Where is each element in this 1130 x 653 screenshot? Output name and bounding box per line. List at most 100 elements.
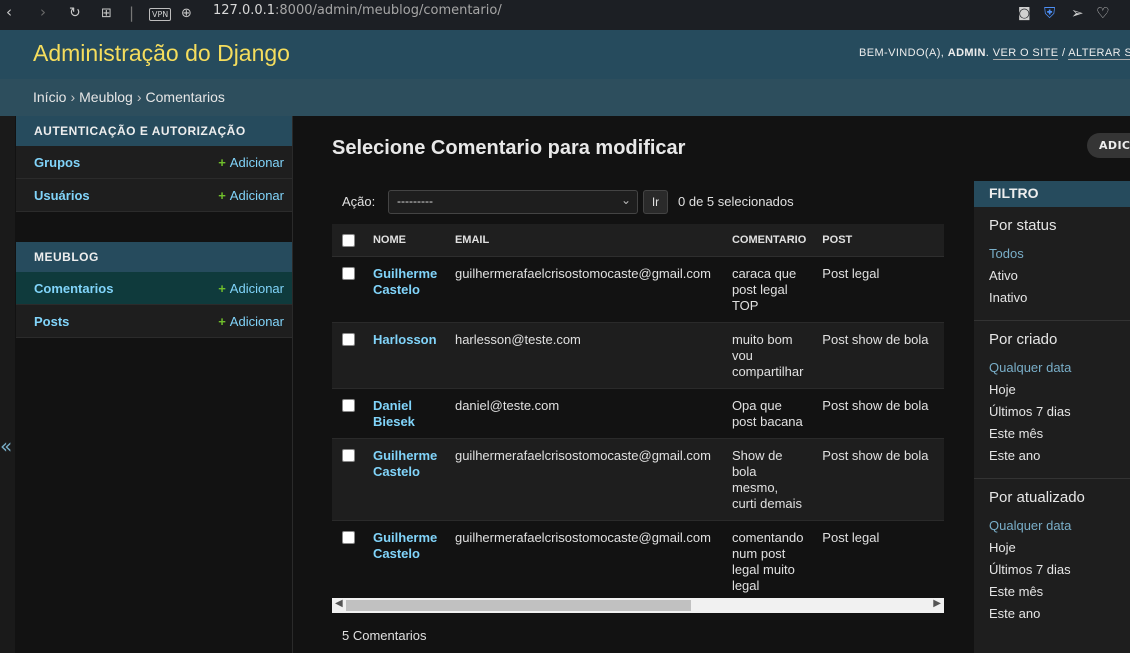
add-comentario-button[interactable]: ADICI [1087,133,1130,158]
row-link[interactable]: Daniel Biesek [373,398,415,429]
send-icon[interactable]: ➢ [1071,4,1084,22]
post-cell: Post show de bola [814,388,944,439]
scrollbar-thumb[interactable] [346,600,691,611]
filter-option[interactable]: Hoje [989,540,1115,562]
filter-section-atualizado: Por atualizado Qualquer data Hoje Último… [974,479,1130,636]
column-header-comentario[interactable]: COMENTARIO [723,224,815,257]
breadcrumb-app[interactable]: Meublog [79,89,133,105]
row-link[interactable]: Guilherme Castelo [373,530,437,561]
view-site-link[interactable]: VER O SITE [992,47,1059,60]
row-select-cell [332,438,365,521]
site-brand[interactable]: Administração do Django [33,40,290,67]
row-checkbox[interactable] [342,266,355,280]
row-checkbox[interactable] [342,530,355,544]
sidebar-toggle[interactable]: « [0,116,15,653]
row-checkbox[interactable] [342,448,355,462]
filter-option[interactable]: Últimos 7 dias [989,562,1115,584]
action-select[interactable]: --------- ⌄ [388,190,638,214]
sidebar-item-posts[interactable]: Posts + Adicionar [16,305,292,338]
model-link[interactable]: Usuários [34,188,90,203]
url-path: :8000/admin/meublog/comentario/ [275,3,502,18]
comentario-cell: muito bom vou compartilhar [723,322,815,389]
row-link[interactable]: Harlosson [373,332,437,347]
app-caption-auth[interactable]: AUTENTICAÇÃO E AUTORIZAÇÃO [16,116,292,146]
add-link[interactable]: + Adicionar [218,188,284,203]
table-row: Daniel Biesek daniel@teste.com Opa que p… [332,388,944,439]
sidebar-item-usuarios[interactable]: Usuários + Adicionar [16,179,292,212]
plus-icon: + [218,154,226,170]
vpn-badge[interactable]: VPN [149,8,172,21]
add-link[interactable]: + Adicionar [218,155,284,170]
add-label: Adicionar [229,280,284,296]
plus-icon: + [218,313,226,329]
row-checkbox[interactable] [342,332,355,346]
model-link[interactable]: Comentarios [34,281,113,296]
nome-cell: Guilherme Castelo [364,256,447,323]
filter-section-status: Por status Todos Ativo Inativo [974,207,1130,321]
select-all-header [332,224,365,257]
add-link[interactable]: + Adicionar [218,281,284,296]
back-arrow-icon[interactable]: ‹ [6,3,12,21]
filter-title: FILTRO [974,181,1130,207]
filter-option[interactable]: Este ano [989,606,1115,628]
model-link[interactable]: Posts [34,314,69,329]
filter-option[interactable]: Este ano [989,448,1115,470]
tabs-grid-icon[interactable]: ⊞ [101,6,112,21]
address-bar[interactable]: 127.0.0.1:8000/admin/meublog/comentario/ [213,3,502,18]
row-link[interactable]: Guilherme Castelo [373,266,437,297]
heart-icon[interactable]: ♡ [1096,4,1109,22]
chevron-down-icon: ⌄ [620,193,631,207]
nome-cell: Guilherme Castelo [364,520,447,596]
row-link[interactable]: Guilherme Castelo [373,448,437,479]
reload-icon[interactable]: ↻ [69,5,81,21]
filter-option[interactable]: Ativo [989,268,1115,290]
column-header-post[interactable]: POST [814,224,944,257]
filter-option[interactable]: Últimos 7 dias [989,404,1115,426]
filter-option[interactable]: Qualquer data [989,360,1115,382]
filter-option[interactable]: Todos [989,246,1115,268]
results-table: NOME EMAIL COMENTARIO POST Guilherme Cas… [332,224,944,596]
go-button[interactable]: Ir [643,190,668,214]
comentario-cell: comentando num post legal muito legal [723,520,815,596]
filter-option[interactable]: Inativo [989,290,1115,312]
app-caption-meublog[interactable]: MEUBLOG [16,242,292,272]
change-password-link[interactable]: ALTERAR SEN [1068,47,1130,60]
filter-option[interactable]: Hoje [989,382,1115,404]
row-select-cell [332,388,365,439]
row-select-cell [332,322,365,389]
scroll-left-icon[interactable]: ◀ [335,598,343,609]
forward-arrow-icon[interactable]: › [40,3,46,21]
user-tools: BEM-VINDO(A), ADMIN. VER O SITE / ALTERA… [859,47,1130,60]
horizontal-scrollbar[interactable]: ◀ ▶ [332,598,944,613]
add-link[interactable]: + Adicionar [218,314,284,329]
model-link[interactable]: Grupos [34,155,80,170]
nav-sidebar: AUTENTICAÇÃO E AUTORIZAÇÃO Grupos + Adici… [15,116,293,653]
filter-section-title: Por atualizado [989,489,1085,506]
comentario-cell: Show de bola mesmo, curti demais [723,438,815,521]
email-cell: daniel@teste.com [446,388,724,439]
filter-option[interactable]: Este mês [989,584,1115,606]
filter-option[interactable]: Qualquer data [989,518,1115,540]
action-select-value: --------- [397,194,433,208]
collapse-sidebar-icon[interactable]: « [0,434,12,458]
toolbar-divider: | [129,4,135,22]
browser-toolbar: ‹ › ↻ ⊞ | VPN ⊕ 127.0.0.1:8000/admin/meu… [0,0,1130,30]
column-header-nome[interactable]: NOME [364,224,447,257]
breadcrumb-home[interactable]: Início [33,89,66,105]
row-checkbox[interactable] [342,398,355,412]
sidebar-item-grupos[interactable]: Grupos + Adicionar [16,146,292,179]
scroll-right-icon[interactable]: ▶ [933,598,941,609]
add-label: Adicionar [229,154,284,170]
filter-option[interactable]: Este mês [989,426,1115,448]
nome-cell: Guilherme Castelo [364,438,447,521]
column-header-email[interactable]: EMAIL [446,224,724,257]
shield-icon[interactable]: ⛨ [1044,4,1055,22]
camera-icon[interactable]: ◙ [1018,6,1031,21]
site-header: Administração do Django BEM-VINDO(A), AD… [0,30,1130,79]
table-row: Guilherme Castelo guilhermerafaelcrisost… [332,256,944,323]
comentario-cell: caraca que post legal TOP [723,256,815,323]
table-row: Guilherme Castelo guilhermerafaelcrisost… [332,520,944,596]
filter-section-title: Por status [989,217,1057,234]
select-all-checkbox[interactable] [342,233,355,247]
sidebar-item-comentarios[interactable]: Comentarios + Adicionar [16,272,292,305]
